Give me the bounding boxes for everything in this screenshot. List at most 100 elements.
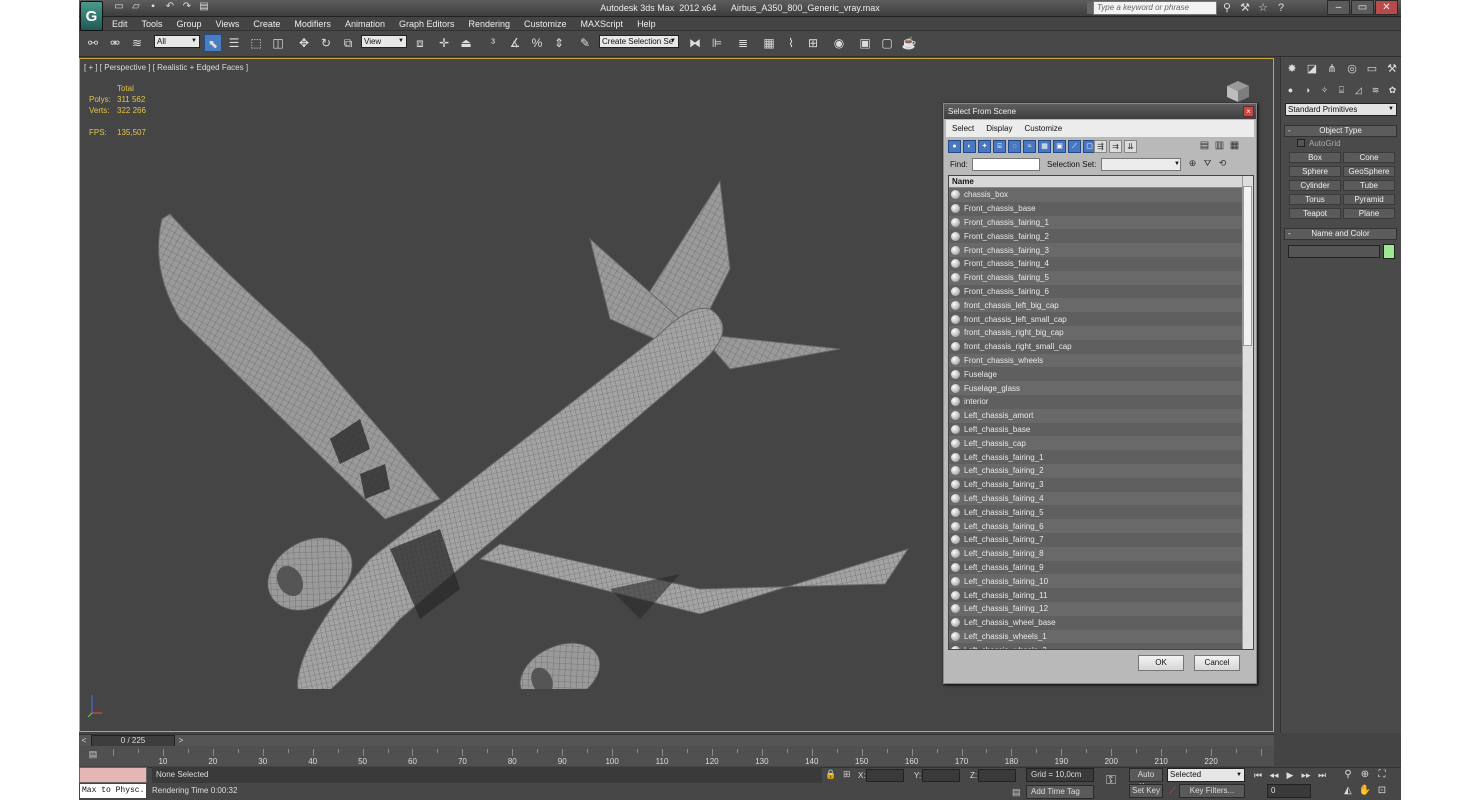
list-item[interactable]: Left_chassis_cap — [949, 436, 1243, 451]
hierarchy-tab-icon[interactable]: ⋔ — [1324, 61, 1340, 77]
airplane-wireframe-model[interactable] — [140, 119, 940, 689]
close-button[interactable]: ✕ — [1375, 0, 1398, 15]
tube-button[interactable]: Tube — [1343, 180, 1395, 191]
list-item[interactable]: Front_chassis_fairing_1 — [949, 215, 1243, 230]
object-list[interactable]: Name chassis_box Front_chassis_base Front_… — [948, 175, 1254, 650]
list-item[interactable]: Left_chassis_amort — [949, 408, 1243, 423]
menu-group[interactable]: Group — [170, 17, 209, 31]
angle-snap-icon[interactable]: ∡ — [506, 34, 524, 52]
y-coordinate-input[interactable] — [922, 769, 960, 782]
list-header-name[interactable]: Name — [949, 176, 1243, 188]
viewcube-icon[interactable] — [1225, 79, 1251, 103]
time-tag-icon[interactable]: ▤ — [1012, 787, 1021, 798]
render-production-icon[interactable]: ☕ — [900, 34, 918, 52]
torus-button[interactable]: Torus — [1289, 194, 1341, 205]
primitives-type-dropdown[interactable]: Standard Primitives — [1285, 103, 1397, 116]
dialog-menu-customize[interactable]: Customize — [1018, 120, 1068, 137]
spinner-snap-icon[interactable]: ⇕ — [550, 34, 568, 52]
list-item[interactable]: Fuselage — [949, 367, 1243, 382]
window-crossing-icon[interactable]: ◫ — [269, 34, 287, 52]
modify-tab-icon[interactable]: ◪ — [1304, 61, 1320, 77]
list-item[interactable]: Left_chassis_fairing_11 — [949, 588, 1243, 602]
spacewarps-filter-icon[interactable]: ≈ — [1023, 140, 1036, 153]
geometry-filter-icon[interactable]: ● — [948, 140, 961, 153]
schematic-view-icon[interactable]: ⊞ — [804, 34, 822, 52]
current-frame-input[interactable]: 0 — [1267, 784, 1311, 798]
lock-selection-icon[interactable]: 🔒 — [825, 769, 836, 780]
mini-curve-editor-icon[interactable]: ▤ — [85, 749, 101, 763]
geosphere-button[interactable]: GeoSphere — [1343, 166, 1395, 177]
zoom-all-icon[interactable]: ⊕ — [1358, 768, 1372, 782]
set-key-button[interactable]: Set Key — [1129, 784, 1163, 798]
cameras-icon[interactable]: ⌸ — [1335, 83, 1348, 97]
maximize-viewport-icon[interactable]: ⊡ — [1375, 784, 1389, 798]
object-type-rollout[interactable]: Object Type — [1284, 125, 1397, 137]
unlink-icon[interactable]: ⚮ — [106, 34, 124, 52]
lights-filter-icon[interactable]: ✦ — [978, 140, 991, 153]
chevron-down-icon[interactable]: ▼ — [1174, 158, 1182, 171]
list-item[interactable]: front_chassis_right_small_cap — [949, 339, 1243, 354]
helpers-filter-icon[interactable]: ◌ — [1008, 140, 1021, 153]
menu-help[interactable]: Help — [630, 17, 663, 31]
box-button[interactable]: Box — [1289, 152, 1341, 163]
helpers-icon[interactable]: ◿ — [1352, 83, 1365, 97]
selection-filter-dropdown[interactable]: All — [154, 35, 200, 48]
scale-icon[interactable]: ⧉ — [339, 34, 357, 52]
play-icon[interactable]: ▶ — [1283, 768, 1297, 782]
list-item[interactable]: Front_chassis_fairing_5 — [949, 270, 1243, 285]
list-item[interactable]: Front_chassis_fairing_2 — [949, 229, 1243, 244]
plane-button[interactable]: Plane — [1343, 208, 1395, 219]
scrollbar-thumb[interactable] — [1243, 186, 1252, 346]
list-item[interactable]: Left_chassis_wheels_2 — [949, 643, 1243, 649]
create-set-icon[interactable]: ⊕ — [1186, 157, 1199, 170]
object-name-input[interactable] — [1288, 245, 1380, 258]
track-bar[interactable]: ▤ 10 20 30 40 50 60 70 80 90 100 110 120 130 140 150 16… — [79, 746, 1274, 766]
viewport-label[interactable]: [ + ] [ Perspective ] [ Realistic + Edge… — [84, 63, 248, 72]
object-color-swatch[interactable] — [1383, 244, 1395, 259]
find-input[interactable] — [972, 158, 1040, 171]
snaps-toggle-icon[interactable]: ³ — [484, 34, 502, 52]
select-by-name-icon[interactable]: ☰ — [225, 34, 243, 52]
material-editor-icon[interactable]: ◉ — [830, 34, 848, 52]
cone-button[interactable]: Cone — [1343, 152, 1395, 163]
select-none-icon[interactable]: ▥ — [1213, 140, 1226, 153]
invert-selection-icon[interactable]: ▦ — [1228, 140, 1241, 153]
bones-filter-icon[interactable]: ⟋ — [1068, 140, 1081, 153]
selection-set-dropdown[interactable] — [1101, 158, 1181, 171]
set-key-icon[interactable]: ⚿ — [1101, 772, 1121, 788]
cameras-filter-icon[interactable]: ⌸ — [993, 140, 1006, 153]
list-scrollbar[interactable] — [1242, 176, 1253, 649]
minimize-button[interactable]: – — [1327, 0, 1350, 15]
list-item[interactable]: Left_chassis_wheels_1 — [949, 629, 1243, 644]
keyboard-shortcut-icon[interactable]: ⏏ — [457, 34, 475, 52]
xrefs-filter-icon[interactable]: ▣ — [1053, 140, 1066, 153]
auto-key-button[interactable]: Auto Key — [1129, 768, 1163, 791]
go-to-end-icon[interactable]: ⏭ — [1315, 768, 1329, 782]
maxscript-mini-listener[interactable]: Max to Physc. — [79, 783, 147, 799]
layer-manager-icon[interactable]: ≣ — [734, 34, 752, 52]
sync-icon[interactable]: ⟲ — [1216, 157, 1229, 170]
list-item[interactable]: Left_chassis_fairing_1 — [949, 450, 1243, 464]
shapes-icon[interactable]: ◑ — [1301, 83, 1314, 97]
move-icon[interactable]: ✥ — [295, 34, 313, 52]
named-selection-dropdown[interactable]: Create Selection Se — [599, 35, 679, 48]
key-filters-button[interactable]: Key Filters... — [1179, 784, 1245, 798]
menu-create[interactable]: Create — [246, 17, 287, 31]
zoom-icon[interactable]: ⚲ — [1341, 768, 1355, 782]
list-item[interactable]: Left_chassis_fairing_2 — [949, 463, 1243, 478]
sphere-button[interactable]: Sphere — [1289, 166, 1341, 177]
maximize-button[interactable]: ▭ — [1351, 0, 1374, 15]
cancel-button[interactable]: Cancel — [1194, 655, 1240, 671]
rotate-icon[interactable]: ↻ — [317, 34, 335, 52]
menu-rendering[interactable]: Rendering — [462, 17, 518, 31]
reference-coordinate-dropdown[interactable]: View — [361, 35, 407, 48]
link-icon[interactable]: ⚯ — [84, 34, 102, 52]
groups-filter-icon[interactable]: ▦ — [1038, 140, 1051, 153]
create-tab-icon[interactable]: ✸ — [1284, 61, 1300, 77]
systems-icon[interactable]: ✿ — [1386, 83, 1399, 97]
add-time-tag-button[interactable]: Add Time Tag — [1026, 785, 1094, 799]
list-item[interactable]: Left_chassis_fairing_9 — [949, 560, 1243, 575]
list-item[interactable]: Front_chassis_wheels — [949, 353, 1243, 368]
list-item[interactable]: Left_chassis_fairing_6 — [949, 519, 1243, 533]
select-object-icon[interactable]: ⬉ — [204, 34, 222, 52]
